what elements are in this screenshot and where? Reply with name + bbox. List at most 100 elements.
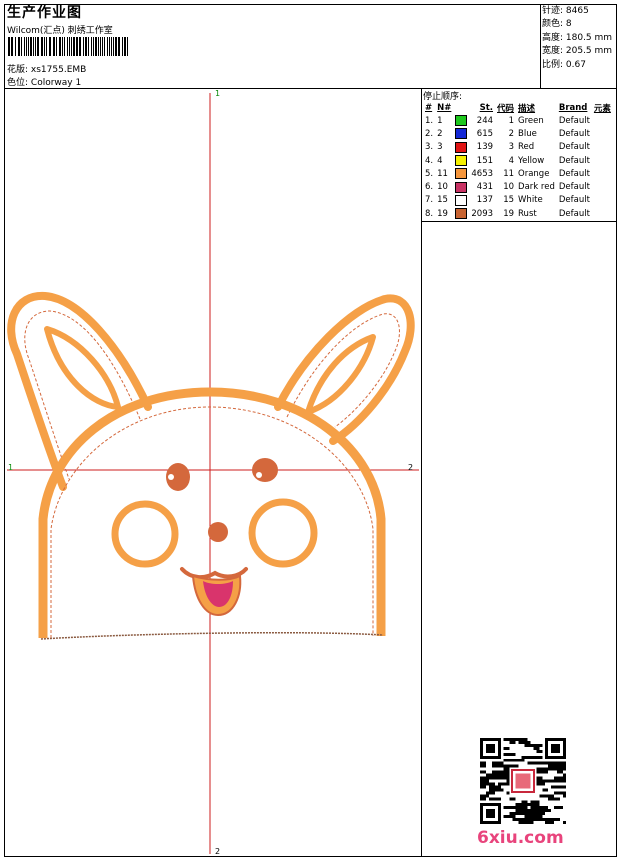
- left-eye: [166, 463, 190, 491]
- color-description: Dark red: [518, 182, 555, 193]
- stitch-count: 615: [476, 128, 494, 139]
- row-index: 7.: [425, 195, 434, 206]
- table-row: 3. 3 139 3 Red Default: [423, 141, 613, 154]
- element-cell: [592, 127, 613, 140]
- colorway-line: 色位: Colorway 1: [7, 75, 81, 88]
- stitch-count: 针迹: 8465: [542, 6, 589, 16]
- color-swatch: [455, 115, 468, 127]
- color-description: Yellow: [518, 155, 545, 166]
- thread-brand: Default: [558, 155, 590, 166]
- left-ear: [7, 291, 152, 491]
- color-count: 颜色: 8: [542, 19, 572, 30]
- design-value: xs1755.EMB: [30, 65, 87, 75]
- color-description: Orange: [518, 168, 550, 179]
- right-cheek: [248, 498, 318, 568]
- thread-brand: Default: [558, 182, 590, 193]
- row-index: 2.: [425, 128, 434, 139]
- color-description: Green: [518, 115, 544, 126]
- color-swatch-cell: [453, 207, 469, 220]
- axis-label-bottom: 2: [215, 847, 221, 856]
- qr-code: [480, 738, 566, 824]
- color-code: 2: [508, 128, 515, 139]
- color-code: 11: [503, 168, 515, 179]
- color-description: Rust: [518, 208, 537, 219]
- mouth: [180, 567, 248, 617]
- axis-label-top: 1: [215, 89, 221, 98]
- right-ear: [274, 294, 415, 445]
- colorway-value: Colorway 1: [30, 78, 82, 88]
- axis-label-left: 1: [8, 463, 14, 472]
- needle-number: 19: [437, 208, 448, 219]
- element-cell: [592, 141, 613, 154]
- divider: [421, 88, 422, 857]
- stitch-count: 244: [476, 115, 494, 126]
- color-swatch-cell: [453, 180, 469, 193]
- needle-number: 4: [437, 155, 443, 166]
- thread-brand: Default: [558, 128, 590, 139]
- element-cell: [592, 207, 613, 220]
- barcode: [8, 37, 128, 56]
- color-description: Red: [518, 142, 535, 153]
- element-cell: [592, 194, 613, 207]
- divider: [540, 4, 541, 88]
- design-canvas: [7, 93, 419, 854]
- color-code: 4: [508, 155, 515, 166]
- needle-number: 3: [437, 142, 443, 153]
- stitch-count: 139: [476, 142, 494, 153]
- color-swatch: [455, 155, 468, 167]
- element-cell: [592, 167, 613, 180]
- stitch-count: 4653: [471, 168, 494, 179]
- color-swatch-cell: [453, 127, 469, 140]
- colorway-label: 色位:: [7, 78, 29, 88]
- color-swatch: [455, 141, 468, 153]
- color-code: 19: [503, 208, 515, 219]
- stitch-count: 137: [476, 195, 494, 206]
- stop-sequence-table: # N# St. 代码 描述 Brand 元素 1. 1 244 1 Green Defa…: [423, 101, 613, 220]
- color-code: 15: [503, 195, 515, 206]
- site-watermark: 6xiu.com: [477, 828, 564, 848]
- thread-brand: Default: [558, 142, 590, 153]
- color-description: White: [518, 195, 543, 206]
- col-header: 描述: [518, 103, 536, 114]
- color-swatch: [455, 194, 468, 206]
- table-row: 2. 2 615 2 Blue Default: [423, 127, 613, 140]
- color-swatch-cell: [453, 141, 469, 154]
- axis-label-right: 2: [408, 463, 414, 472]
- color-swatch-cell: [453, 194, 469, 207]
- color-swatch: [455, 208, 468, 220]
- needle-number: 10: [437, 182, 448, 193]
- design-line: 花版: xs1755.EMB: [7, 62, 86, 75]
- col-header: 代码: [497, 103, 515, 114]
- design-stats: 针迹: 8465 颜色: 8 高度: 180.5 mm 宽度: 205.5 mm…: [542, 5, 612, 72]
- row-index: 6.: [425, 182, 434, 193]
- color-code: 1: [508, 115, 515, 126]
- element-cell: [592, 114, 613, 127]
- row-index: 4.: [425, 155, 434, 166]
- element-cell: [592, 180, 613, 193]
- table-row: 6. 10 431 10 Dark red Default: [423, 180, 613, 193]
- thread-brand: Default: [558, 168, 590, 179]
- table-row: 4. 4 151 4 Yellow Default: [423, 154, 613, 167]
- table-row: 7. 15 137 15 White Default: [423, 194, 613, 207]
- table-header-row: # N# St. 代码 描述 Brand 元素: [423, 101, 613, 114]
- table-row: 1. 1 244 1 Green Default: [423, 114, 613, 127]
- needle-number: 1: [437, 115, 443, 126]
- stitch-count: 431: [476, 182, 494, 193]
- color-code: 3: [508, 142, 515, 153]
- col-header: #: [425, 102, 433, 113]
- company-name: Wilcom(汇点) 刺绣工作室: [7, 26, 113, 36]
- thread-brand: Default: [558, 208, 590, 219]
- table-row: 8. 19 2093 19 Rust Default: [423, 207, 613, 220]
- color-swatch: [455, 168, 468, 180]
- row-index: 1.: [425, 115, 434, 126]
- stitch-count: 2093: [471, 208, 494, 219]
- stitch-count: 151: [476, 155, 494, 166]
- color-swatch-cell: [453, 114, 469, 127]
- col-header: 元素: [593, 103, 611, 114]
- row-index: 3.: [425, 142, 434, 153]
- left-cheek: [111, 500, 179, 568]
- design-height: 高度: 180.5 mm: [542, 32, 613, 43]
- color-swatch: [455, 181, 468, 193]
- divider: [421, 221, 617, 222]
- color-code: 10: [503, 182, 515, 193]
